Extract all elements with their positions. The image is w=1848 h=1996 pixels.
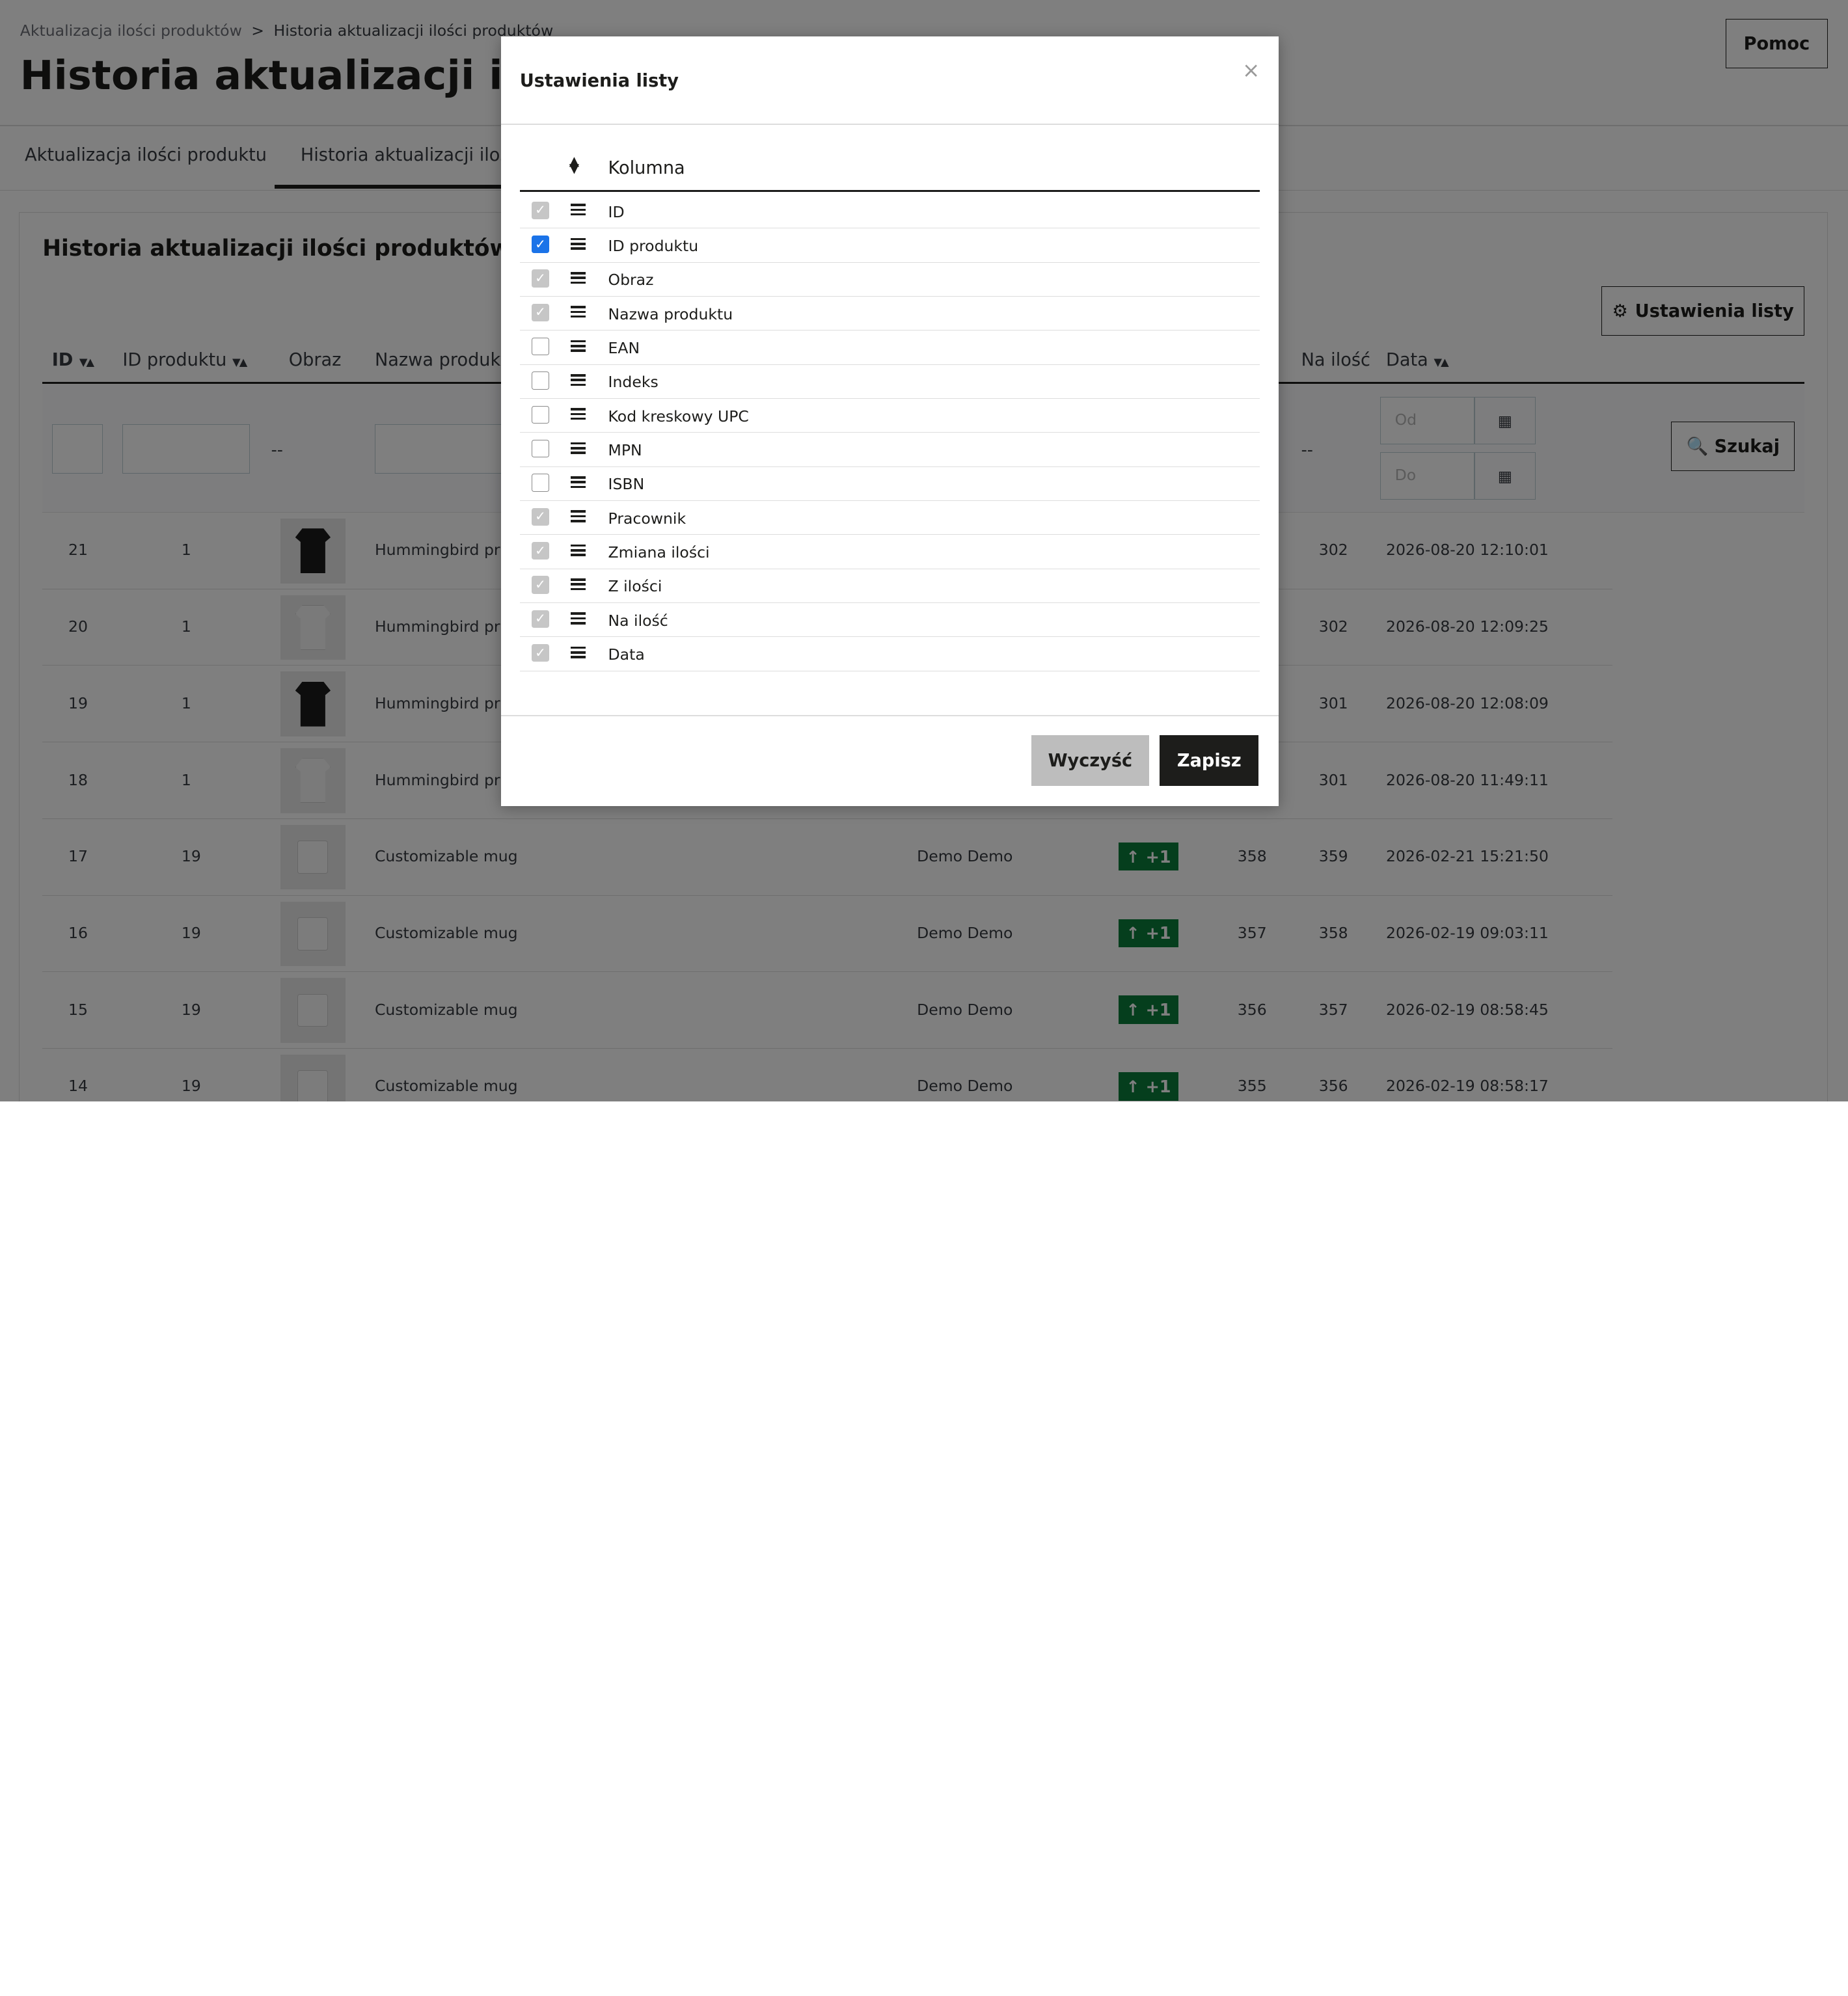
column-checkbox[interactable]: ✓ xyxy=(531,236,549,254)
column-label: Indeks xyxy=(608,373,659,392)
column-setting-row[interactable]: MPN xyxy=(519,433,1260,467)
save-button[interactable]: Zapisz xyxy=(1160,735,1259,787)
close-icon[interactable]: × xyxy=(1242,58,1260,83)
modal-header-divider xyxy=(500,124,1279,125)
column-setting-row[interactable]: ✓ ID xyxy=(519,195,1260,229)
column-checkbox: ✓ xyxy=(531,303,549,321)
column-checkbox: ✓ xyxy=(531,576,549,594)
column-setting-row[interactable]: ISBN xyxy=(519,467,1260,502)
column-label: Zmiana ilości xyxy=(608,543,710,561)
column-setting-row[interactable]: ✓ Na ilość xyxy=(519,603,1260,638)
column-header-label: Kolumna xyxy=(608,157,685,178)
column-checkbox: ✓ xyxy=(531,507,549,526)
drag-handle-icon[interactable] xyxy=(570,476,586,489)
drag-handle-icon[interactable] xyxy=(570,374,586,386)
column-checkbox: ✓ xyxy=(531,610,549,628)
clear-button[interactable]: Wyczyść xyxy=(1031,735,1149,787)
column-checkbox: ✓ xyxy=(531,269,549,288)
column-label: Obraz xyxy=(608,271,654,290)
column-label: ISBN xyxy=(608,475,645,494)
column-label: ID produktu xyxy=(608,236,699,255)
drag-handle-icon[interactable] xyxy=(570,204,586,216)
drag-handle-icon[interactable] xyxy=(570,612,586,625)
column-setting-row[interactable]: EAN xyxy=(519,330,1260,365)
page: Aktualizacja ilości produktów>Historia a… xyxy=(0,0,1848,1102)
column-checkbox[interactable] xyxy=(531,371,549,390)
column-label: Z ilości xyxy=(608,577,662,596)
column-label: Data xyxy=(608,645,645,664)
drag-handle-icon[interactable] xyxy=(570,306,586,318)
column-setting-row[interactable]: ✓ Data xyxy=(519,637,1260,671)
column-checkbox[interactable] xyxy=(531,474,549,492)
drag-handle-icon[interactable] xyxy=(570,340,586,352)
drag-handle-icon[interactable] xyxy=(570,272,586,284)
column-label: MPN xyxy=(608,440,642,459)
column-checkbox: ✓ xyxy=(531,201,549,219)
drag-handle-icon[interactable] xyxy=(570,442,586,454)
drag-handle-icon[interactable] xyxy=(570,237,586,250)
modal-table-header: ▲ ▼ Kolumna xyxy=(519,150,1260,193)
column-label: EAN xyxy=(608,338,640,357)
column-setting-row[interactable]: ✓ Pracownik xyxy=(519,501,1260,535)
column-setting-row[interactable]: Kod kreskowy UPC xyxy=(519,399,1260,433)
modal-title: Ustawienia listy xyxy=(519,70,679,91)
drag-handle-icon[interactable] xyxy=(570,408,586,420)
drag-handle-icon[interactable] xyxy=(570,544,586,556)
column-label: Pracownik xyxy=(608,509,686,528)
column-setting-row[interactable]: ✓ ID produktu xyxy=(519,228,1260,263)
drag-handle-icon[interactable] xyxy=(570,578,586,591)
column-checkbox[interactable] xyxy=(531,338,549,356)
column-checkbox[interactable] xyxy=(531,405,549,424)
drag-handle-icon[interactable] xyxy=(570,510,586,522)
column-label: Nazwa produktu xyxy=(608,304,733,323)
column-checkbox: ✓ xyxy=(531,542,549,560)
column-checkbox[interactable] xyxy=(531,440,549,458)
modal-footer-divider xyxy=(500,715,1279,717)
column-checkbox: ✓ xyxy=(531,644,549,662)
column-label: ID xyxy=(608,202,625,221)
list-settings-modal: Ustawienia listy × ▲ ▼ Kolumna ✓ ID ✓ ID pro… xyxy=(500,36,1279,806)
drag-handle-icon[interactable] xyxy=(570,646,586,658)
sort-icon: ▲ ▼ xyxy=(569,153,580,176)
column-setting-row[interactable]: ✓ Z ilości xyxy=(519,569,1260,604)
column-label: Kod kreskowy UPC xyxy=(608,407,749,425)
column-setting-row[interactable]: ✓ Zmiana ilości xyxy=(519,535,1260,569)
column-setting-row[interactable]: ✓ Obraz xyxy=(519,263,1260,297)
column-label: Na ilość xyxy=(608,611,668,630)
column-setting-row[interactable]: ✓ Nazwa produktu xyxy=(519,297,1260,331)
column-setting-row[interactable]: Indeks xyxy=(519,365,1260,399)
